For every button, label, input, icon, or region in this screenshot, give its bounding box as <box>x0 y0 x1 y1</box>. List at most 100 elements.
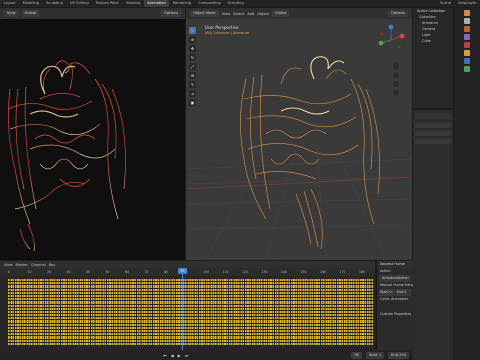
custom-properties-section[interactable]: Custom Properties <box>377 311 413 318</box>
navigation-gizmo[interactable] <box>374 23 408 59</box>
outliner-item[interactable]: Cube <box>413 38 453 44</box>
add-cube-tool[interactable]: ▣ <box>189 99 196 106</box>
data-tab-icon[interactable] <box>464 66 470 72</box>
workspace-tab-sculpting[interactable]: Sculpting <box>43 0 67 7</box>
play-button[interactable]: ▶ <box>178 353 181 358</box>
workspace-tab-rendering[interactable]: Rendering <box>169 0 194 7</box>
action-section[interactable]: Action <box>377 268 413 275</box>
jump-start-button[interactable]: ⏮ <box>163 353 167 358</box>
scale-tool[interactable]: ⤢ <box>189 63 196 70</box>
rotate-tool[interactable]: ↻ <box>189 54 196 61</box>
keyframe-track-row[interactable] <box>8 317 373 320</box>
keyframe-track-row[interactable] <box>8 314 373 317</box>
left-viewport[interactable] <box>0 19 185 260</box>
cursor-tool[interactable]: ⊕ <box>189 36 196 43</box>
z-axis-handle[interactable] <box>388 24 394 30</box>
move-tool[interactable]: ✥ <box>189 45 196 52</box>
tool-tab-icon[interactable] <box>464 10 470 16</box>
view-layer-selector[interactable]: ViewLayer <box>454 0 480 7</box>
keyframe-track-row[interactable] <box>8 333 373 336</box>
keyframe-track-row[interactable] <box>8 282 373 285</box>
main-options-button[interactable]: Options <box>388 10 408 17</box>
modifier-tab-icon[interactable] <box>464 58 470 64</box>
transform-tool[interactable]: ⊞ <box>189 72 196 79</box>
keyframe-track-row[interactable] <box>8 339 373 342</box>
play-reverse-button[interactable]: ◀ <box>171 353 174 358</box>
camera-icon[interactable] <box>393 81 399 87</box>
dopesheet-menu-key[interactable]: Key <box>49 263 56 267</box>
x-axis-handle[interactable] <box>399 33 405 39</box>
pencil-icon: ✎ <box>190 82 195 87</box>
grid-icon[interactable] <box>393 90 399 96</box>
end-field[interactable]: End 0 <box>395 289 411 296</box>
world-tab-icon[interactable] <box>464 42 470 48</box>
select-box-tool[interactable]: ↖ <box>189 27 196 34</box>
action-name-field[interactable]: ArmatureAction <box>379 275 411 282</box>
frame-tick-label: 100 <box>203 270 210 274</box>
frame-ruler[interactable]: 0 10 20 30 40 50 60 70 80 90 100 110 120 130 140 150 160… <box>0 268 375 276</box>
start-field[interactable]: Start 0 <box>379 289 395 296</box>
left-options-button[interactable]: Options <box>161 10 181 17</box>
keyframe-track-row[interactable] <box>8 304 373 307</box>
menu-view[interactable]: View <box>222 12 231 16</box>
workspace-tab-layout[interactable]: Layout <box>0 0 19 7</box>
workspace-tab-animation[interactable]: Animation <box>143 0 170 7</box>
keyframe-track-row[interactable] <box>8 310 373 314</box>
keyframe-track-row[interactable] <box>8 336 373 339</box>
y-axis-handle[interactable] <box>378 40 384 46</box>
dopesheet-menu-view[interactable]: View <box>4 263 13 267</box>
output-tab-icon[interactable] <box>464 26 470 32</box>
menu-select[interactable]: Select <box>233 12 244 16</box>
keyframe-track-row[interactable] <box>8 285 373 288</box>
playhead-line[interactable] <box>182 268 183 350</box>
keyframe-tracks[interactable] <box>8 278 373 346</box>
current-frame-field[interactable]: 90 <box>351 351 362 359</box>
zoom-icon[interactable] <box>393 63 399 69</box>
workspace-tab-compositing[interactable]: Compositing <box>195 0 225 7</box>
end-frame-field[interactable]: End 250 <box>388 351 410 359</box>
keyframe-track-row[interactable] <box>8 330 373 333</box>
keyframe-track-row[interactable] <box>8 291 373 294</box>
scene-selector[interactable]: Scene <box>436 0 454 7</box>
properties-search[interactable] <box>415 113 451 120</box>
dopesheet-menu-marker[interactable]: Marker <box>16 263 28 267</box>
dopesheet[interactable]: 0 10 20 30 40 50 60 70 80 90 100 110 120 130 140 150 160… <box>0 268 375 350</box>
jump-end-button[interactable]: ⏭ <box>185 353 189 358</box>
measure-tool[interactable]: ⊿ <box>189 90 196 97</box>
mode-dropdown[interactable]: Object Mode <box>190 10 219 17</box>
render-tab-icon[interactable] <box>464 18 470 24</box>
main-viewport[interactable]: User Perspective (80) Collection | Armat… <box>186 19 412 260</box>
keyframe-track-row[interactable] <box>8 288 373 291</box>
workspace-tab-scripting[interactable]: Scripting <box>224 0 247 7</box>
manual-frame-range[interactable]: Manual Frame Range <box>377 282 413 289</box>
pan-icon[interactable] <box>393 72 399 78</box>
orientation-dropdown[interactable]: Global <box>271 10 290 17</box>
scene-tab-icon[interactable] <box>464 34 470 40</box>
properties-tab-bar <box>454 8 480 360</box>
workspace-tab-uv-editing[interactable]: UV Editing <box>66 0 92 7</box>
keyframe-track-row[interactable] <box>8 320 373 323</box>
keyframe-track-row[interactable] <box>8 294 373 298</box>
left-orientation-dropdown[interactable]: Global <box>21 10 39 17</box>
keyframe-track-row[interactable] <box>8 323 373 326</box>
keyframe-track-row[interactable] <box>8 279 373 282</box>
left-view-menu[interactable]: View <box>4 10 19 17</box>
object-tab-icon[interactable] <box>464 50 470 56</box>
keyframe-track-row[interactable] <box>8 298 373 301</box>
cyclic-animation-toggle[interactable]: Cyclic Animation <box>377 296 413 303</box>
keyframe-track-row[interactable] <box>8 326 373 329</box>
annotate-tool[interactable]: ✎ <box>189 81 196 88</box>
keyframe-track-row[interactable] <box>8 307 373 310</box>
panel-title[interactable]: Nearest Frame <box>377 261 413 268</box>
menu-object[interactable]: Object <box>257 12 269 16</box>
start-frame-field[interactable]: Start 1 <box>365 351 385 359</box>
keyframe-track-row[interactable] <box>8 342 373 345</box>
workspace-tab-shading[interactable]: Shading <box>122 0 144 7</box>
dopesheet-menu-channel[interactable]: Channel <box>31 263 46 267</box>
frame-tick-label: 20 <box>47 270 52 274</box>
keyframe-track-row[interactable] <box>8 301 373 304</box>
workspace-tab-modeling[interactable]: Modeling <box>19 0 42 7</box>
current-frame-indicator[interactable]: 90 <box>178 268 187 274</box>
workspace-tab-texture-paint[interactable]: Texture Paint <box>92 0 122 7</box>
menu-add[interactable]: Add <box>247 12 254 16</box>
